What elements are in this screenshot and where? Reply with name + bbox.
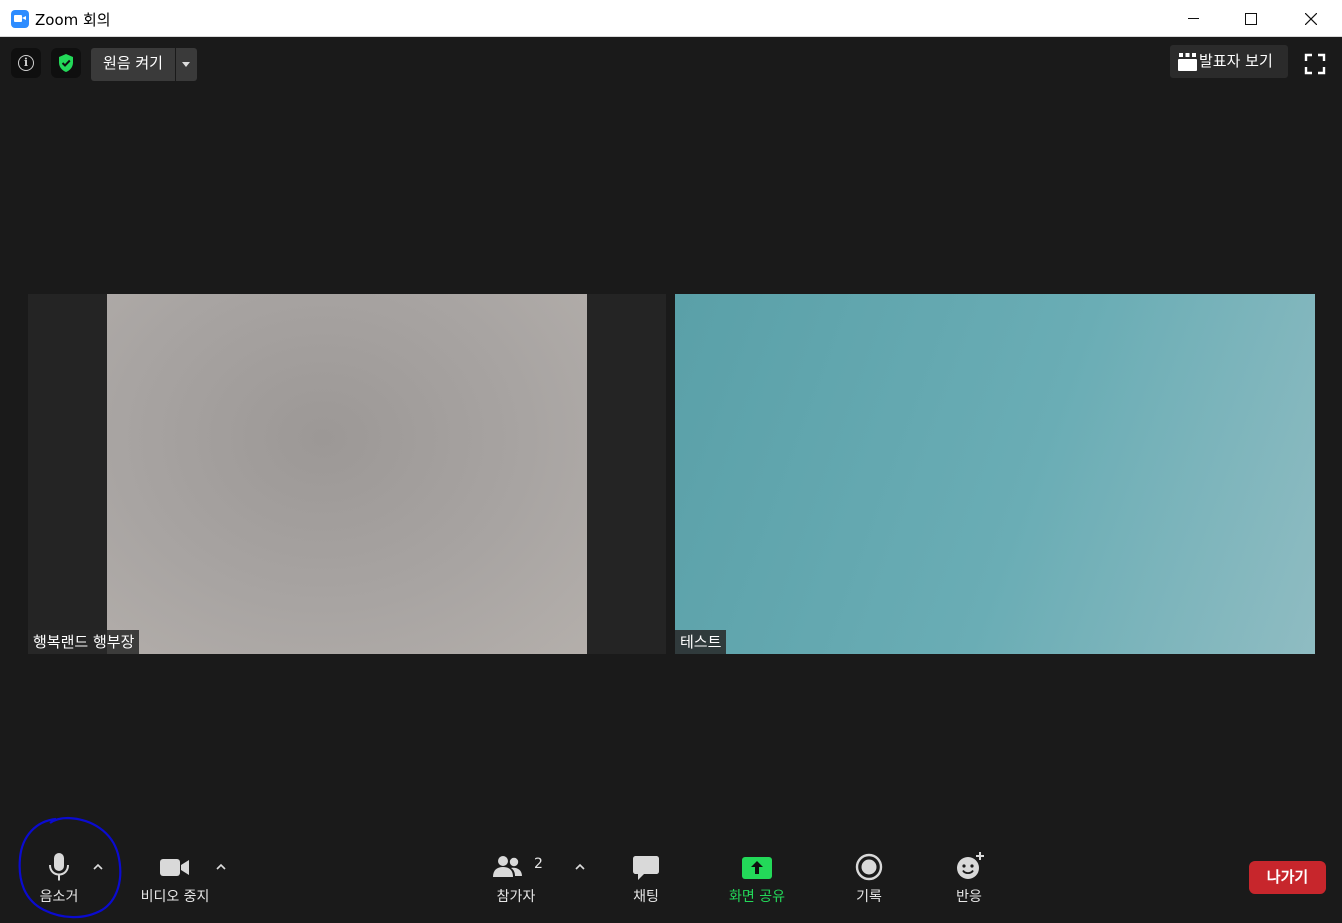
- minimize-icon: [1187, 18, 1199, 19]
- chat-label: 채팅: [633, 889, 659, 905]
- record-button[interactable]: 기록: [842, 850, 896, 910]
- original-sound-button[interactable]: 원음 켜기: [91, 48, 175, 81]
- participant-video-tile[interactable]: 행복랜드 행부장: [28, 294, 666, 654]
- shield-check-icon: [59, 54, 73, 72]
- record-label: 기록: [856, 889, 882, 905]
- close-icon: [1305, 12, 1317, 25]
- smiley-plus-icon: [957, 852, 984, 879]
- minimize-button[interactable]: [1164, 0, 1222, 37]
- stop-video-label: 비디오 중지: [140, 889, 210, 905]
- participant-video-tile[interactable]: 테스트: [675, 294, 1315, 654]
- video-feed: [107, 294, 587, 654]
- window-title: Zoom 회의: [35, 11, 111, 29]
- fullscreen-icon: [1304, 53, 1326, 75]
- participants-button[interactable]: 2 참가자: [488, 850, 544, 910]
- participants-options-caret-icon[interactable]: [574, 861, 586, 873]
- video-camera-icon: [160, 859, 189, 876]
- share-screen-button[interactable]: 화면 공유: [720, 850, 794, 910]
- speaker-view-button[interactable]: 발표자 보기: [1170, 45, 1288, 78]
- reactions-label: 반응: [956, 889, 982, 905]
- participants-icon: [493, 856, 522, 877]
- reactions-button[interactable]: 반응: [942, 850, 996, 910]
- participant-name-tag: 테스트: [675, 630, 727, 654]
- meeting-info-button[interactable]: i: [11, 48, 41, 78]
- share-screen-icon: [742, 857, 772, 879]
- participant-name-tag: 행복랜드 행부장: [28, 630, 140, 654]
- leave-meeting-button[interactable]: 나가기: [1249, 861, 1326, 894]
- maximize-icon: [1245, 12, 1257, 25]
- chat-bubble-icon: [633, 856, 659, 880]
- speaker-view-icon: [1178, 53, 1197, 71]
- security-status-button[interactable]: [51, 48, 81, 78]
- close-button[interactable]: [1282, 0, 1340, 37]
- annotation-circle: [18, 816, 122, 919]
- video-options-caret-icon[interactable]: [215, 861, 227, 873]
- dropdown-arrow-icon: [182, 62, 190, 67]
- original-sound-dropdown[interactable]: [176, 48, 197, 81]
- chat-button[interactable]: 채팅: [620, 850, 672, 910]
- fullscreen-button[interactable]: [1304, 53, 1326, 75]
- info-icon: i: [18, 55, 34, 71]
- zoom-app-icon: [11, 10, 29, 28]
- share-screen-label: 화면 공유: [729, 889, 785, 905]
- participants-label: 참가자: [496, 889, 536, 905]
- stop-video-button[interactable]: 비디오 중지: [133, 850, 217, 910]
- speaker-view-label: 발표자 보기: [1199, 52, 1273, 70]
- maximize-button[interactable]: [1222, 0, 1280, 37]
- participants-count: 2: [534, 856, 543, 872]
- record-icon: [855, 853, 883, 881]
- title-bar: Zoom 회의: [0, 0, 1342, 37]
